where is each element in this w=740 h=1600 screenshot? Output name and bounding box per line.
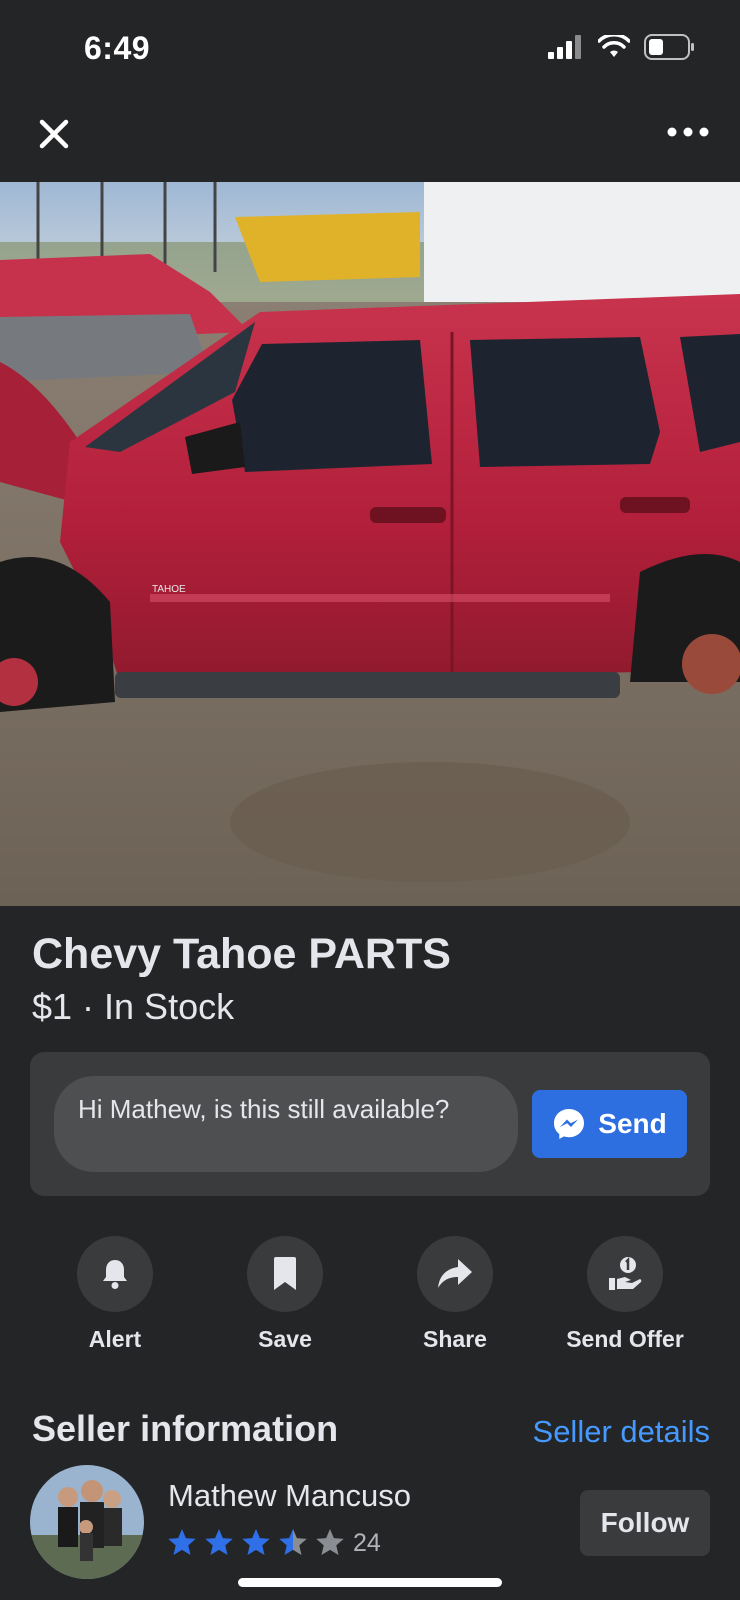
wifi-icon [598, 35, 630, 57]
svg-text:TAHOE: TAHOE [152, 584, 186, 595]
listing-title: Chevy Tahoe PARTS [32, 930, 451, 978]
star-full-icon [168, 1529, 196, 1555]
battery-icon [644, 34, 694, 60]
close-icon [39, 119, 69, 149]
send-offer-button[interactable]: Send Offer [540, 1236, 710, 1353]
rating-count: 24 [353, 1528, 381, 1557]
seller-details-link[interactable]: Seller details [533, 1414, 710, 1450]
share-button-circle [417, 1236, 493, 1312]
seller-name[interactable]: Mathew Mancuso [168, 1478, 411, 1514]
message-input[interactable]: Hi Mathew, is this still available? [54, 1076, 518, 1172]
star-half-icon [279, 1529, 307, 1555]
follow-button[interactable]: Follow [580, 1490, 710, 1556]
close-button[interactable] [34, 114, 74, 154]
save-button-circle [247, 1236, 323, 1312]
listing-price-stock: $1 · In Stock [32, 986, 235, 1027]
more-options-button[interactable] [666, 122, 710, 142]
status-time: 6:49 [84, 30, 151, 66]
status-bar: 6:49 [0, 0, 740, 100]
messenger-icon [554, 1109, 585, 1139]
home-indicator[interactable] [238, 1578, 502, 1587]
share-label: Share [423, 1326, 487, 1352]
more-icon [667, 127, 709, 137]
star-full-icon [205, 1529, 233, 1555]
bell-icon [103, 1260, 127, 1289]
star-full-icon [242, 1529, 270, 1555]
offer-icon [609, 1256, 642, 1290]
seller-rating: 24 [166, 1527, 381, 1559]
bookmark-icon [274, 1257, 296, 1290]
share-icon [438, 1259, 472, 1288]
alert-button-circle [77, 1236, 153, 1312]
alert-button[interactable]: Alert [30, 1236, 200, 1353]
send-button-label: Send [598, 1108, 667, 1139]
listing-photo[interactable]: TAHOE [0, 182, 740, 906]
share-button[interactable]: Share [370, 1236, 540, 1353]
send-offer-label: Send Offer [566, 1326, 684, 1352]
send-offer-button-circle [587, 1236, 663, 1312]
alert-label: Alert [88, 1326, 142, 1352]
star-empty-icon [316, 1529, 344, 1555]
signal-icon [548, 35, 581, 59]
listing-photo-image: TAHOE [0, 182, 740, 906]
save-label: Save [258, 1326, 312, 1352]
seller-avatar-image [30, 1465, 144, 1579]
status-icons [548, 34, 696, 60]
top-bar [0, 100, 740, 182]
seller-avatar[interactable] [30, 1465, 144, 1579]
save-button[interactable]: Save [200, 1236, 370, 1353]
send-button[interactable]: Send [532, 1090, 687, 1158]
message-seller-card: Hi Mathew, is this still available? Send [30, 1052, 710, 1196]
seller-info-heading: Seller information [32, 1408, 339, 1449]
